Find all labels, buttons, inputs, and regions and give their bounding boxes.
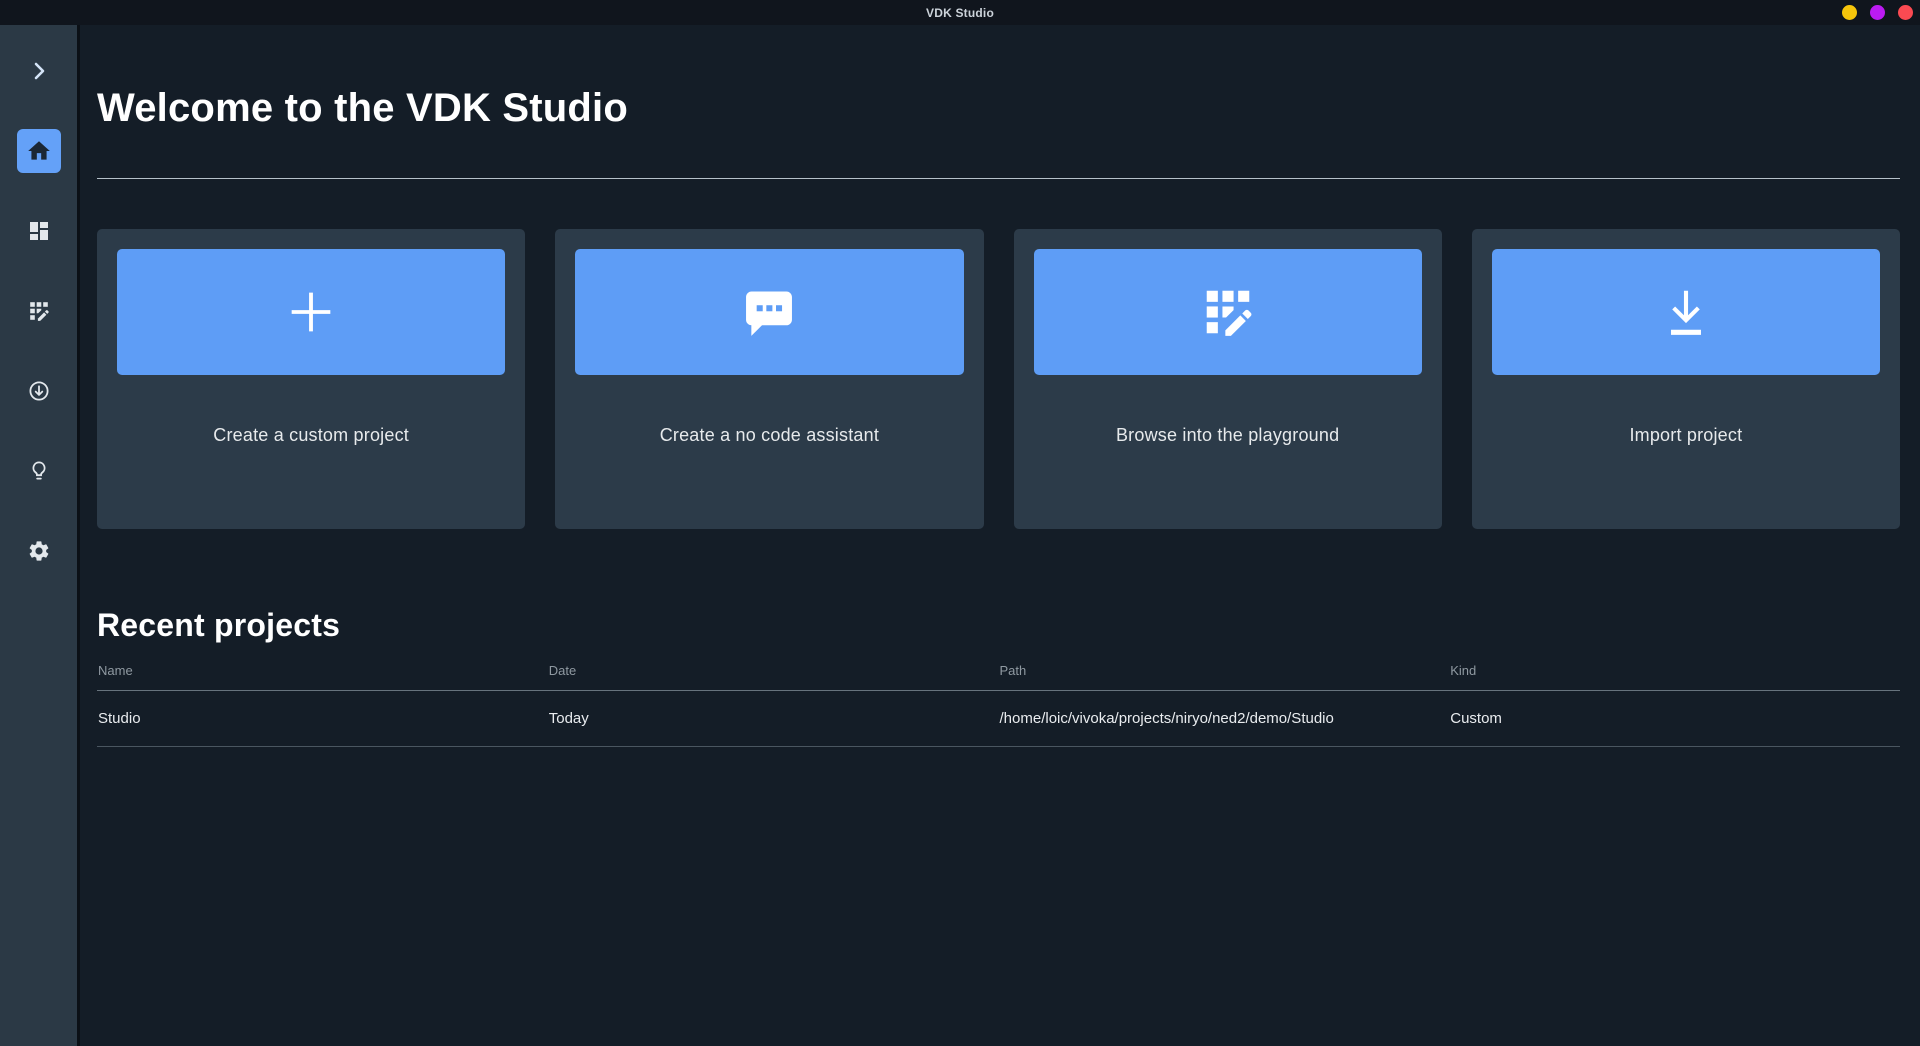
close-button[interactable] — [1898, 5, 1913, 20]
column-header-path: Path — [998, 663, 1450, 691]
table-header-row: Name Date Path Kind — [97, 663, 1900, 691]
sidebar-item-dashboard[interactable] — [15, 207, 63, 255]
column-header-date: Date — [547, 663, 999, 691]
window-controls — [1842, 0, 1915, 25]
maximize-button[interactable] — [1870, 5, 1885, 20]
project-date-cell[interactable]: Today — [547, 690, 999, 747]
titlebar: VDK Studio — [0, 0, 1920, 25]
plus-icon — [282, 283, 340, 341]
import-project-button[interactable] — [1491, 249, 1880, 375]
dashboard-icon — [27, 219, 51, 243]
column-header-name: Name — [97, 663, 548, 691]
page-title: Welcome to the VDK Studio — [97, 86, 628, 130]
sidebar — [0, 25, 80, 1046]
card-label: Import project — [1629, 425, 1743, 445]
chevron-right-icon — [27, 59, 51, 83]
sidebar-item-home[interactable] — [15, 127, 63, 175]
chat-bubble-icon — [740, 283, 798, 341]
recent-projects-table: Name Date Path Kind Studio Today /home/l… — [97, 663, 1900, 747]
action-cards: Create a custom project Create a no code… — [97, 229, 1900, 529]
card-label: Create a custom project — [213, 425, 409, 445]
project-name-cell[interactable]: Studio — [97, 690, 548, 747]
project-kind-cell[interactable]: Custom — [1449, 690, 1900, 747]
sidebar-expand-button[interactable] — [15, 47, 63, 95]
card-label: Browse into the playground — [1115, 425, 1340, 445]
card-browse-playground[interactable]: Browse into the playground — [1013, 229, 1442, 529]
card-create-custom-project[interactable]: Create a custom project — [97, 229, 526, 529]
window-title: VDK Studio — [926, 5, 994, 20]
card-label: Create a no code assistant — [659, 425, 880, 445]
lightbulb-icon — [27, 459, 51, 483]
sidebar-item-downloads[interactable] — [15, 367, 63, 415]
gear-icon — [27, 539, 51, 563]
recent-projects-title: Recent projects — [97, 607, 341, 643]
arrow-circle-down-icon — [27, 379, 51, 403]
main-content: Welcome to the VDK Studio Create a custo… — [80, 25, 1920, 1046]
sidebar-item-ideas[interactable] — [15, 447, 63, 495]
download-icon — [1657, 283, 1715, 341]
grid-edit-icon — [1199, 283, 1257, 341]
minimize-button[interactable] — [1842, 5, 1857, 20]
header-divider — [97, 178, 1900, 179]
table-row[interactable]: Studio Today /home/loic/vivoka/projects/… — [97, 690, 1900, 747]
column-header-kind: Kind — [1449, 663, 1900, 691]
create-no-code-assistant-button[interactable] — [575, 249, 964, 375]
grid-edit-icon — [27, 299, 51, 323]
create-custom-project-button[interactable] — [117, 249, 506, 375]
sidebar-item-settings[interactable] — [15, 527, 63, 575]
project-path-cell[interactable]: /home/loic/vivoka/projects/niryo/ned2/de… — [998, 690, 1450, 747]
card-import-project[interactable]: Import project — [1471, 229, 1900, 529]
app-window: Welcome to the VDK Studio Create a custo… — [0, 25, 1920, 1046]
sidebar-item-playground[interactable] — [15, 287, 63, 335]
card-create-no-code-assistant[interactable]: Create a no code assistant — [555, 229, 984, 529]
home-icon — [16, 129, 61, 173]
browse-playground-button[interactable] — [1033, 249, 1422, 375]
